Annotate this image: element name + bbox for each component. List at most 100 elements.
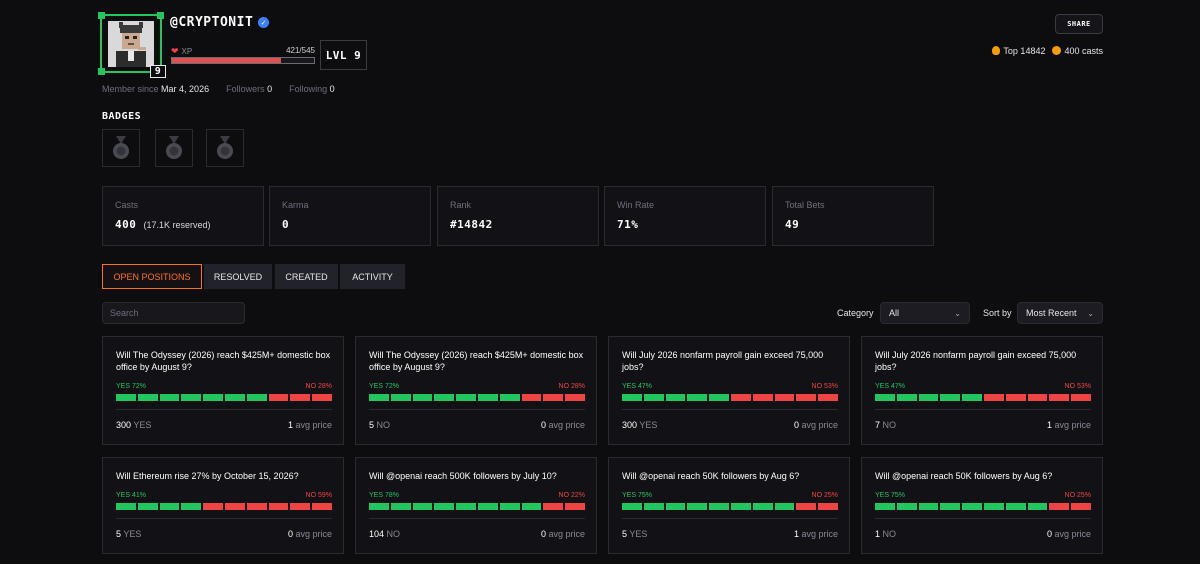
no-segment (290, 503, 311, 510)
badge-slot[interactable] (206, 129, 244, 167)
position-size: 300 YES (116, 420, 151, 430)
yes-segment (181, 503, 202, 510)
share-button[interactable]: SHARE (1055, 14, 1103, 34)
yes-segment (918, 394, 939, 401)
avg-price-label: avg price (548, 529, 585, 539)
badge-slot[interactable] (155, 129, 193, 167)
yes-segment (709, 503, 729, 510)
category-select[interactable]: All ⌄ (880, 302, 970, 324)
avg-price-label: avg price (548, 420, 585, 430)
yes-segment (116, 394, 136, 401)
yes-segment (896, 503, 917, 510)
position-card[interactable]: Will July 2026 nonfarm payroll gain exce… (861, 336, 1103, 445)
stat-label: Win Rate (617, 200, 655, 210)
market-question[interactable]: Will July 2026 nonfarm payroll gain exce… (875, 349, 1091, 373)
position-card[interactable]: Will @openai reach 50K followers by Aug … (861, 457, 1103, 554)
position-shares: 300 (116, 420, 132, 430)
yes-segment (477, 503, 498, 510)
yes-segment (709, 394, 729, 401)
followers-label: Followers (226, 84, 265, 94)
yes-segment (224, 394, 245, 401)
badges-title: BADGES (102, 111, 142, 122)
position-shares: 5 (116, 529, 122, 539)
badge-slot[interactable] (102, 129, 140, 167)
stat-value: 49 (785, 218, 800, 231)
position-card[interactable]: Will July 2026 nonfarm payroll gain exce… (608, 336, 850, 445)
market-question[interactable]: Will July 2026 nonfarm payroll gain exce… (622, 349, 838, 373)
position-side: YES (629, 529, 648, 539)
market-question[interactable]: Will @openai reach 500K followers by Jul… (369, 470, 585, 482)
position-size: 7 NO (875, 420, 896, 430)
yes-segment (665, 503, 686, 510)
no-percent: NO 59% (305, 492, 332, 499)
no-percent: NO 25% (811, 492, 838, 499)
market-question[interactable]: Will Ethereum rise 27% by October 15, 20… (116, 470, 332, 482)
position-card[interactable]: Will The Odyssey (2026) reach $425M+ dom… (102, 336, 344, 445)
odds-row: YES 72% NO 28% (369, 383, 585, 390)
stat-value: 400 (17.1K reserved) (115, 218, 211, 231)
card-divider (622, 518, 838, 519)
no-segment (1071, 503, 1091, 510)
tab-activity[interactable]: ACTIVITY (340, 264, 405, 289)
medal-icon (166, 136, 182, 159)
yes-segment (137, 503, 158, 510)
yes-percent: YES 47% (622, 383, 652, 390)
no-segment (983, 394, 1004, 401)
position-card[interactable]: Will @openai reach 50K followers by Aug … (608, 457, 850, 554)
odds-bar (369, 503, 585, 510)
yes-segment (246, 394, 267, 401)
username: @CRYPTONIT ✓ (170, 15, 270, 30)
card-divider (116, 518, 332, 519)
avatar-frame[interactable]: 9 (98, 12, 166, 78)
following[interactable]: Following 0 (289, 84, 335, 94)
market-question[interactable]: Will The Odyssey (2026) reach $425M+ dom… (116, 349, 332, 373)
yes-segment (203, 394, 223, 401)
position-side: NO (882, 529, 897, 539)
coin-icon (1052, 46, 1062, 55)
avg-price: 0 avg price (794, 420, 838, 430)
card-divider (369, 409, 585, 410)
position-size: 1 NO (875, 529, 896, 539)
yes-percent: YES 72% (369, 383, 399, 390)
followers-count: 0 (267, 84, 273, 94)
avg-price-value: 1 (287, 420, 293, 430)
yes-percent: YES 78% (369, 492, 399, 499)
stat-label: Casts (115, 200, 139, 210)
stat-card-casts: Casts 400 (17.1K reserved) (102, 186, 264, 246)
followers[interactable]: Followers 0 (226, 84, 272, 94)
no-segment (268, 394, 289, 401)
sort-select[interactable]: Most Recent ⌄ (1017, 302, 1103, 324)
tab-resolved[interactable]: RESOLVED (204, 264, 272, 289)
position-shares: 104 (369, 529, 385, 539)
avg-price-label: avg price (1054, 420, 1091, 430)
market-question[interactable]: Will @openai reach 50K followers by Aug … (875, 470, 1091, 482)
medal-icon (217, 136, 233, 159)
tab-open-positions[interactable]: OPEN POSITIONS (102, 264, 202, 289)
odds-bar (116, 503, 332, 510)
sort-label: Sort by (983, 308, 1012, 318)
position-side: YES (133, 420, 152, 430)
medal-icon (113, 136, 129, 159)
avg-price-value: 0 (540, 529, 546, 539)
tab-created[interactable]: CREATED (275, 264, 338, 289)
yes-segment (875, 394, 895, 401)
position-shares: 1 (875, 529, 881, 539)
position-card[interactable]: Will @openai reach 500K followers by Jul… (355, 457, 597, 554)
position-footer: 5 YES 0 avg price (116, 529, 332, 539)
position-footer: 104 NO 0 avg price (369, 529, 585, 539)
position-card[interactable]: Will The Odyssey (2026) reach $425M+ dom… (355, 336, 597, 445)
market-question[interactable]: Will The Odyssey (2026) reach $425M+ dom… (369, 349, 585, 373)
yes-segment (643, 503, 664, 510)
frame-corner (157, 12, 164, 19)
market-question[interactable]: Will @openai reach 50K followers by Aug … (622, 470, 838, 482)
avg-price-value: 0 (287, 529, 293, 539)
position-card[interactable]: Will Ethereum rise 27% by October 15, 20… (102, 457, 344, 554)
card-divider (116, 409, 332, 410)
avg-price: 1 avg price (288, 420, 332, 430)
search-input[interactable] (102, 302, 245, 324)
yes-segment (983, 503, 1004, 510)
no-segment (312, 394, 332, 401)
no-segment (543, 503, 564, 510)
yes-segment (622, 503, 642, 510)
yes-segment (390, 394, 411, 401)
